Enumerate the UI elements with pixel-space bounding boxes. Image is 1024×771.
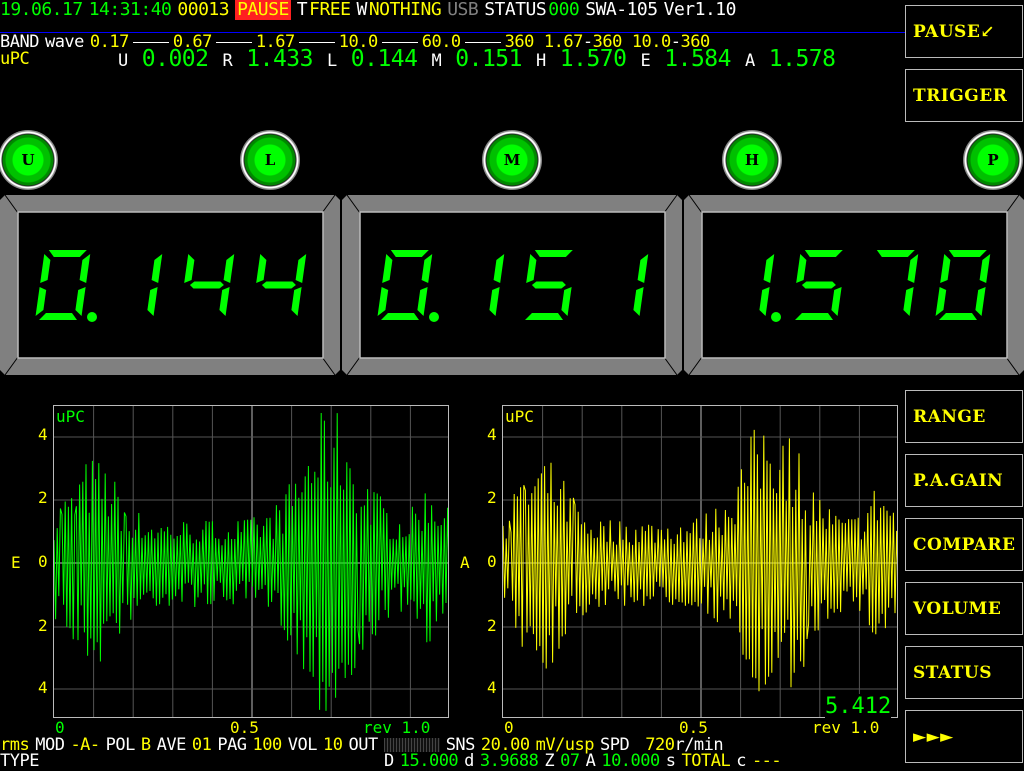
pause-indicator: PAUSE	[235, 0, 291, 20]
band-separator	[298, 41, 335, 43]
upc-row: uPC U 0.002 R 1.433 L 0.144 M 0.151 H 1.570 E 1.584…	[0, 48, 836, 72]
upc-item-r: R 1.433	[223, 48, 314, 72]
y-tick-label: 2	[487, 616, 497, 635]
decimal-point	[771, 312, 781, 322]
lamp-u: U	[0, 130, 58, 190]
pa-gain-button[interactable]: P.A.GAIN	[905, 454, 1023, 507]
w-label: W	[356, 0, 367, 20]
pause-button[interactable]: PAUSE↙	[905, 5, 1023, 58]
x-tick-label: rev 1.0	[812, 718, 880, 737]
upc-item-h: H 1.570	[536, 48, 627, 72]
y-tick-label: 2	[38, 616, 48, 635]
counter: 00013	[177, 0, 230, 20]
digit-segment	[189, 281, 224, 289]
d2-label: d	[464, 751, 474, 771]
plot-e-channel: E	[11, 553, 21, 572]
info-row: TYPE D 15.000 d 3.9688 Z 07 A 10.000 s TOTAL…	[0, 752, 905, 770]
total-label: TOTAL	[681, 751, 731, 771]
status-bar: 19.06.17 14:31:40 00013 PAUSE T FREE W N…	[0, 0, 736, 20]
upc-value: 0.002	[141, 46, 209, 72]
y-tick-label: 4	[38, 425, 48, 444]
upc-key: A	[745, 51, 755, 71]
next-page-button[interactable]: ►►►	[905, 710, 1023, 763]
meter-h	[684, 195, 1024, 375]
usb-indicator: USB	[447, 0, 479, 20]
d2-value: 3.9688	[479, 751, 539, 771]
plot-a-readout: 5.412	[825, 694, 892, 719]
plot-e-unit: uPC	[56, 407, 85, 426]
c-label: c	[736, 751, 746, 771]
model: SWA-105	[585, 0, 658, 20]
y-tick-label: 0	[487, 552, 497, 571]
band-separator	[381, 41, 418, 43]
s-label: s	[665, 751, 676, 771]
upc-unit: uPC	[0, 49, 30, 69]
status-value: 000	[548, 0, 580, 20]
upc-key: L	[327, 51, 337, 71]
t-label: T	[296, 0, 308, 20]
status-label: STATUS	[484, 0, 547, 20]
waveform-plot-e	[53, 405, 449, 718]
upc-key: R	[222, 51, 233, 71]
decimal-point	[87, 312, 97, 322]
upc-value: 1.578	[768, 46, 836, 72]
out-level-meter	[383, 738, 440, 752]
digit-segment	[261, 281, 296, 289]
trigger-button[interactable]: TRIGGER	[905, 69, 1023, 122]
upc-item-e: E 1.584	[641, 48, 732, 72]
digit-segment	[801, 281, 836, 289]
a-value: 10.000	[601, 751, 660, 771]
y-tick-label: 4	[38, 678, 48, 697]
upc-value: 1.584	[664, 46, 731, 72]
band-separator	[132, 41, 169, 43]
upc-key: E	[640, 51, 651, 71]
band-separator	[464, 41, 501, 43]
compare-button[interactable]: COMPARE	[905, 518, 1023, 571]
d-value: 15.000	[399, 751, 459, 771]
upc-key: U	[118, 51, 128, 71]
upc-item-a: A 1.578	[745, 48, 836, 72]
upc-values: U 0.002 R 1.433 L 0.144 M 0.151 H 1.570 E 1.584 A 1.5…	[118, 48, 836, 72]
upc-value: 0.144	[350, 46, 418, 72]
z-value: 07	[560, 751, 580, 771]
upc-item-l: L 0.144	[327, 48, 418, 72]
upc-value: 1.570	[559, 46, 627, 72]
y-tick-label: 2	[487, 488, 497, 507]
status-button[interactable]: STATUS	[905, 646, 1023, 699]
a-label: A	[585, 751, 596, 771]
digit-segment	[531, 281, 566, 289]
y-tick-label: 2	[38, 488, 48, 507]
upc-item-u: U 0.002	[118, 48, 209, 72]
date: 19.06.17	[0, 0, 83, 20]
upc-value: 1.433	[246, 46, 313, 72]
decimal-point	[429, 312, 439, 322]
volume-button[interactable]: VOLUME	[905, 582, 1023, 635]
time: 14:31:40	[88, 0, 172, 20]
y-tick-label: 4	[487, 425, 497, 444]
c-value: ---	[751, 751, 782, 771]
lamp-l: L	[240, 130, 300, 190]
type-label: TYPE	[0, 751, 39, 771]
d-label: D	[384, 751, 394, 771]
band-separator	[215, 41, 252, 43]
y-tick-label: 0	[38, 552, 48, 571]
upc-key: M	[431, 51, 442, 71]
upc-item-m: M 0.151	[432, 48, 523, 72]
plot-a-channel: A	[460, 553, 470, 572]
meter-m	[342, 195, 682, 375]
version: Ver1.10	[663, 0, 737, 20]
plot-a-unit: uPC	[505, 407, 534, 426]
waveform-plot-a	[502, 405, 898, 718]
w-value: NOTHING	[368, 0, 442, 20]
lamp-p: P	[963, 130, 1023, 190]
y-tick-label: 4	[487, 678, 497, 697]
z-label: Z	[544, 751, 555, 771]
t-value: FREE	[309, 0, 351, 20]
upc-key: H	[536, 51, 546, 71]
upc-value: 0.151	[455, 46, 522, 72]
range-button[interactable]: RANGE	[905, 390, 1023, 443]
meter-l	[0, 195, 340, 375]
lamp-h: H	[722, 130, 782, 190]
lamp-m: M	[482, 130, 542, 190]
